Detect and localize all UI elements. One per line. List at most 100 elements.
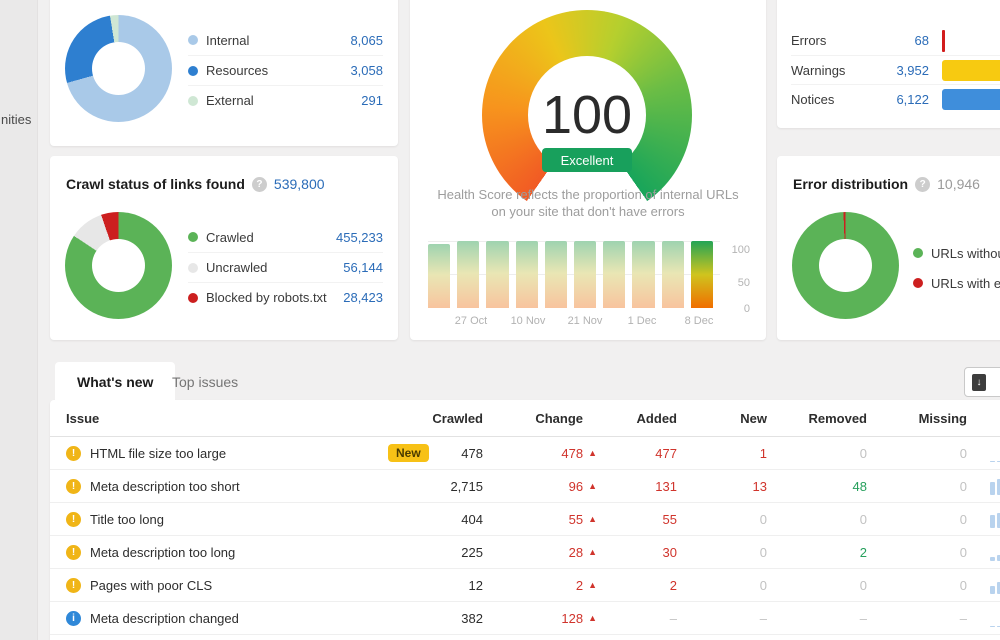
health-score-description: Health Score reflects the proportion of … <box>430 186 746 220</box>
bar <box>486 241 508 308</box>
col-added[interactable]: Added <box>597 411 677 426</box>
summary-row-notices: Notices 6,122 <box>791 84 1000 113</box>
warning-icon <box>66 512 81 527</box>
up-arrow-icon <box>588 514 597 524</box>
internal-count-link[interactable]: 8,065 <box>350 33 383 48</box>
tab-top-issues[interactable]: Top issues <box>160 362 250 401</box>
col-change[interactable]: Change <box>483 411 597 426</box>
issue-link[interactable]: Title too long <box>90 512 340 527</box>
links-breakdown-card: Internal 8,065 Resources 3,058 External … <box>50 0 398 146</box>
bar <box>428 244 450 308</box>
up-arrow-icon <box>588 547 597 557</box>
external-dot-icon <box>188 96 198 106</box>
external-count-link[interactable]: 291 <box>361 93 383 108</box>
legend-row-external: External 291 <box>188 85 383 115</box>
legend-row-crawled: Crawled 455,233 <box>188 222 383 252</box>
help-icon[interactable] <box>252 177 267 192</box>
col-missing[interactable]: Missing <box>867 411 967 426</box>
blocked-dot-icon <box>188 293 198 303</box>
health-rating-badge: Excellent <box>542 148 632 172</box>
up-arrow-icon <box>588 613 597 623</box>
crawled-count-link[interactable]: 455,233 <box>336 230 383 245</box>
history-sparkline-chart <box>990 543 1000 561</box>
help-icon[interactable] <box>915 177 930 192</box>
error-distribution-title: Error distribution <box>793 176 908 192</box>
warning-icon <box>66 578 81 593</box>
issue-link[interactable]: HTML file size too large <box>90 446 340 461</box>
bar <box>457 241 479 308</box>
warnings-count-link[interactable]: 3,952 <box>866 63 929 78</box>
error-distribution-donut-chart <box>792 212 899 319</box>
table-row[interactable]: Meta description too short 2,715 96 131 … <box>50 470 1000 503</box>
table-row[interactable]: HTML file size too large New 478 478 477… <box>50 437 1000 470</box>
col-issue[interactable]: Issue <box>66 411 340 426</box>
issues-table-header: Issue Crawled Change Added New Removed M… <box>50 400 1000 437</box>
y-tick: 100 <box>720 244 750 256</box>
warnings-bar <box>942 60 1000 81</box>
notices-count-link[interactable]: 6,122 <box>866 92 929 107</box>
uncrawled-count-link[interactable]: 56,144 <box>343 260 383 275</box>
col-new[interactable]: New <box>677 411 767 426</box>
summary-row-errors: Errors 68 <box>791 26 1000 55</box>
bar <box>990 557 995 562</box>
table-row[interactable]: Title too long 404 55 55 0 0 0 <box>50 503 1000 536</box>
export-file-icon <box>972 374 986 391</box>
left-sidebar-strip: nities <box>0 0 38 640</box>
notices-bar <box>942 89 1000 110</box>
links-legend: Internal 8,065 Resources 3,058 External … <box>188 25 383 115</box>
warning-icon <box>66 479 81 494</box>
table-row[interactable]: Meta description changed 382 128 – – – – <box>50 602 1000 635</box>
legend-row-urls-without-errors: URLs without <box>913 238 1000 268</box>
col-removed[interactable]: Removed <box>767 411 867 426</box>
legend-row-urls-with-errors: URLs with er <box>913 268 1000 298</box>
table-row[interactable]: Meta description too long 225 28 30 0 2 … <box>50 536 1000 569</box>
bar <box>990 461 995 462</box>
bar <box>516 241 538 308</box>
legend-row-internal: Internal 8,065 <box>188 25 383 55</box>
bar <box>990 586 995 594</box>
export-button[interactable] <box>964 367 1000 397</box>
bar <box>574 241 596 308</box>
resources-count-link[interactable]: 3,058 <box>350 63 383 78</box>
crawl-status-card: Crawl status of links found 539,800 Craw… <box>50 156 398 340</box>
legend-row-blocked: Blocked by robots.txt 28,423 <box>188 282 383 312</box>
without-errors-dot-icon <box>913 248 923 258</box>
uncrawled-dot-icon <box>188 263 198 273</box>
legend-row-uncrawled: Uncrawled 56,144 <box>188 252 383 282</box>
issues-table: Issue Crawled Change Added New Removed M… <box>50 400 1000 640</box>
issue-link[interactable]: Meta description too long <box>90 545 340 560</box>
y-tick: 50 <box>720 277 750 289</box>
bar <box>662 241 684 308</box>
issue-link[interactable]: Pages with poor CLS <box>90 578 340 593</box>
bar <box>990 626 995 627</box>
bar <box>990 515 995 529</box>
tab-whats-new[interactable]: What's new <box>55 362 175 401</box>
bar <box>545 241 567 308</box>
summary-row-warnings: Warnings 3,952 <box>791 55 1000 84</box>
health-score-card: 100 Excellent Health Score reflects the … <box>410 0 766 340</box>
bar <box>603 241 625 308</box>
error-distribution-card: Error distribution 10,946 URLs without U… <box>777 156 1000 340</box>
history-sparkline-chart <box>990 510 1000 528</box>
legend-row-resources: Resources 3,058 <box>188 55 383 85</box>
resources-dot-icon <box>188 66 198 76</box>
health-score-value: 100 <box>482 84 692 146</box>
crawl-total-link[interactable]: 539,800 <box>274 176 325 192</box>
table-row[interactable]: Pages with poor CLS 12 2 2 0 0 0 <box>50 569 1000 602</box>
errors-count-link[interactable]: 68 <box>866 33 929 48</box>
issue-link[interactable]: Meta description changed <box>90 611 340 626</box>
col-crawled[interactable]: Crawled <box>340 411 483 426</box>
with-errors-dot-icon <box>913 278 923 288</box>
crawled-dot-icon <box>188 232 198 242</box>
info-icon <box>66 611 81 626</box>
bar <box>990 482 995 496</box>
warning-icon <box>66 446 81 461</box>
crawl-status-title: Crawl status of links found <box>66 176 245 192</box>
blocked-count-link[interactable]: 28,423 <box>343 290 383 305</box>
history-sparkline-chart <box>990 477 1000 495</box>
sidebar-item-cutoff[interactable]: nities <box>1 112 33 127</box>
error-distribution-legend: URLs without URLs with er <box>913 238 1000 298</box>
y-tick: 0 <box>720 303 750 315</box>
up-arrow-icon <box>588 448 597 458</box>
issue-link[interactable]: Meta description too short <box>90 479 340 494</box>
